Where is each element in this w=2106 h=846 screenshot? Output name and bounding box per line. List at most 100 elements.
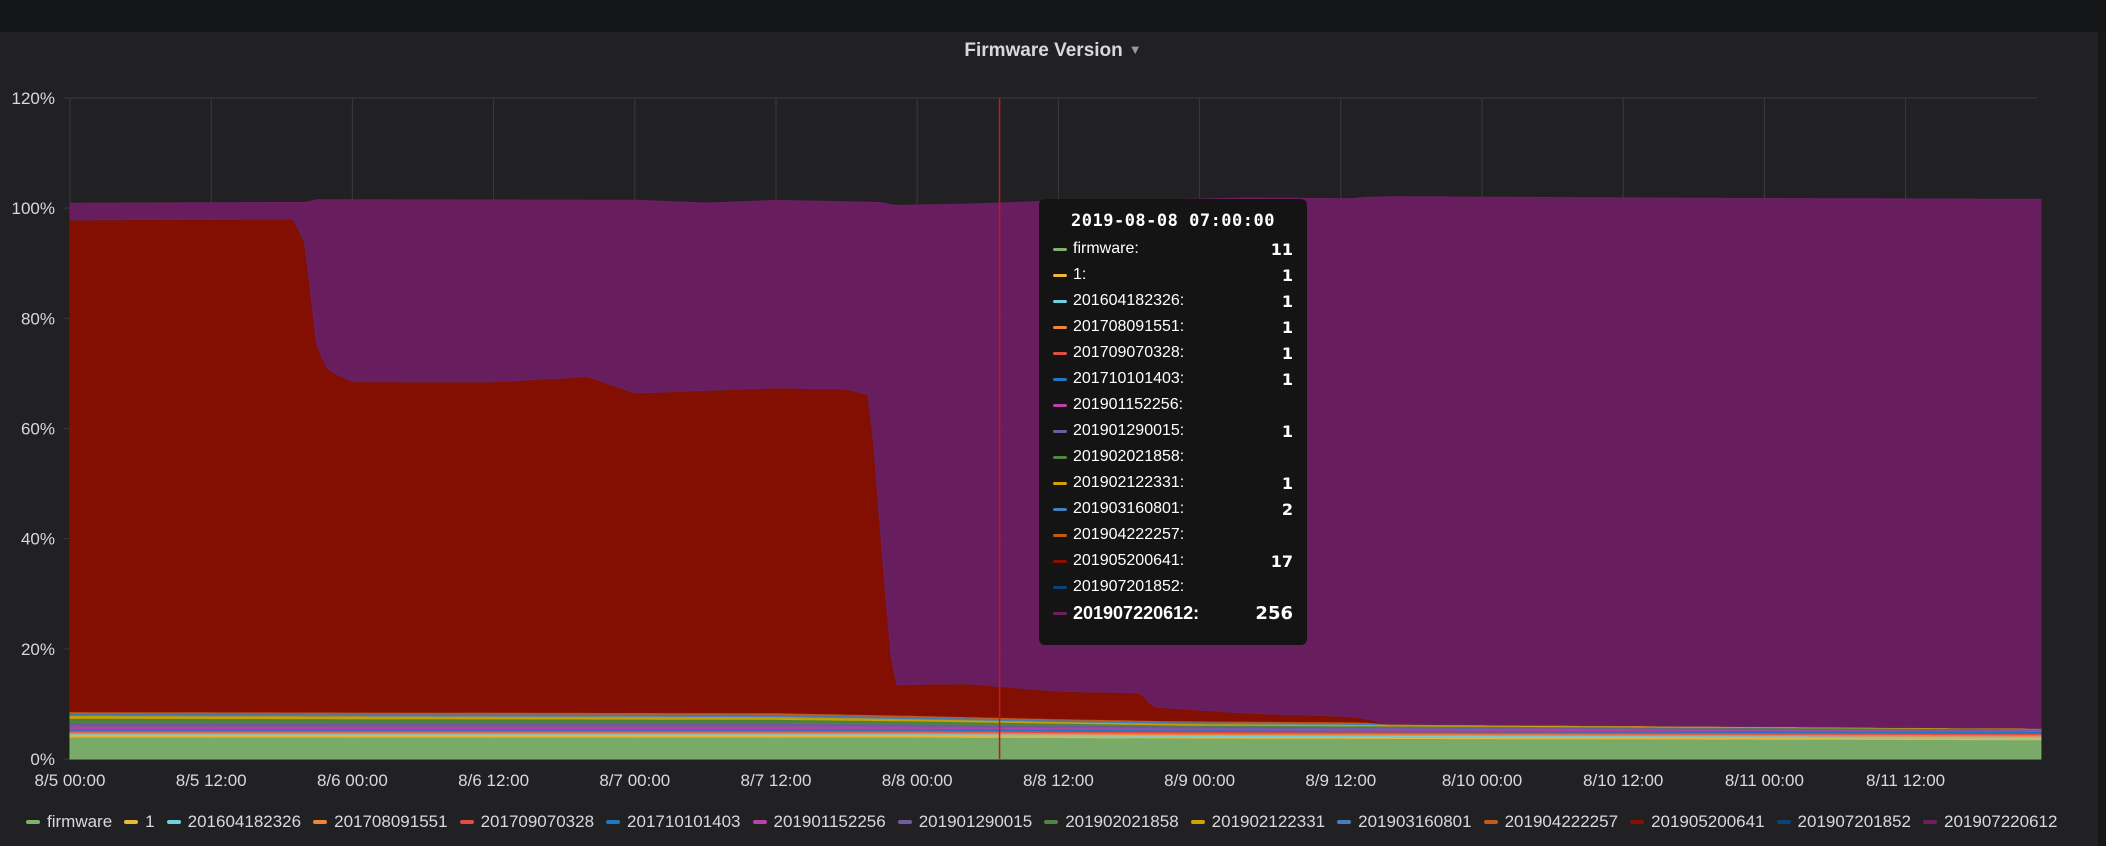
x-tick-label: 8/8 00:00 [882, 771, 953, 790]
tooltip-time: 2019-08-08 07:00:00 [1071, 211, 1275, 231]
tooltip-series-value: 1 [1281, 317, 1293, 337]
tooltip-series-value: 1 [1281, 473, 1293, 493]
series-swatch-icon [1053, 455, 1067, 459]
legend-item[interactable]: 201709070328 [459, 809, 594, 835]
tooltip-series-name: 201907220612: [1073, 602, 1200, 623]
tooltip-series-value: 1 [1281, 291, 1293, 311]
series-swatch-icon [1053, 429, 1067, 433]
legend-swatch-icon [897, 820, 912, 824]
legend-item[interactable]: 201902122331 [1190, 809, 1326, 835]
y-tick-label: 120% [12, 89, 55, 108]
tooltip-row: 201903160801: 2 [1053, 496, 1293, 522]
legend-label: 201907201852 [1797, 812, 1911, 831]
series-swatch-icon [1053, 325, 1067, 329]
legend-swatch-icon [1923, 820, 1937, 824]
tooltip-series-value: 1 [1281, 265, 1293, 285]
legend-item[interactable]: 201708091551 [313, 809, 448, 835]
tooltip-series-name: 201902122331: [1073, 474, 1185, 491]
tooltip-series-name: 201710101403: [1073, 370, 1185, 387]
tooltip-series-value: 256 [1255, 602, 1293, 624]
tooltip-series-value: 1 [1281, 369, 1293, 389]
legend-label: 201903160801 [1358, 812, 1472, 831]
x-tick-label: 8/10 12:00 [1583, 771, 1663, 790]
tooltip-series-name: 201708091551: [1073, 318, 1185, 335]
legend: firmware 1 201604182326 201708091551 2017090… [26, 806, 2086, 846]
x-tick-label: 8/7 12:00 [741, 771, 812, 790]
series-swatch-icon [1053, 273, 1067, 277]
series-swatch-icon [1053, 559, 1067, 563]
tooltip-series-name: 201904222257: [1073, 526, 1185, 543]
tooltip-row: 201901152256: [1053, 392, 1293, 418]
legend-item[interactable]: 1 [124, 809, 155, 835]
legend-swatch-icon [606, 820, 621, 824]
legend-item[interactable]: 201904222257 [1483, 809, 1618, 835]
legend-swatch-icon [313, 820, 328, 824]
series-swatch-icon [1053, 611, 1067, 615]
tooltip-row: 201902122331: 1 [1053, 470, 1293, 496]
legend-swatch-icon [1044, 820, 1059, 824]
legend-swatch-icon [124, 820, 139, 824]
legend-label: 201710101403 [627, 812, 741, 831]
x-tick-label: 8/6 00:00 [317, 771, 388, 790]
series-swatch-icon [1053, 481, 1067, 485]
series-swatch-icon [1053, 585, 1067, 589]
series-swatch-icon [1053, 403, 1067, 407]
legend-item[interactable]: 201901152256 [752, 809, 886, 835]
y-tick-label: 40% [21, 530, 55, 549]
legend-label: 201901290015 [918, 812, 1033, 831]
x-tick-label: 8/10 00:00 [1442, 771, 1522, 790]
x-tick-label: 8/7 00:00 [599, 771, 670, 790]
legend-label: 201905200641 [1651, 812, 1765, 831]
legend-item[interactable]: 201710101403 [606, 809, 741, 835]
tooltip-series-name: 201902021858: [1073, 448, 1185, 465]
tooltip-series-name: firmware: [1073, 240, 1139, 257]
x-tick-label: 8/11 00:00 [1725, 771, 1804, 790]
tooltip-series-value: 17 [1270, 551, 1293, 571]
legend-item[interactable]: 201905200641 [1630, 809, 1765, 835]
legend-label: 201604182326 [187, 812, 302, 831]
legend-swatch-icon [752, 820, 767, 824]
tooltip-row: 201901290015: 1 [1053, 418, 1293, 444]
legend-label: 201902122331 [1211, 812, 1326, 831]
tooltip-series-name: 201905200641: [1073, 552, 1185, 569]
legend-item[interactable]: 201902021858 [1044, 809, 1179, 835]
legend-item[interactable]: firmware [26, 809, 112, 835]
legend-item[interactable]: 201907220612 [1923, 809, 2057, 835]
hover-tooltip: 2019-08-08 07:00:00 firmware: 11 1: 1 201604… [1039, 199, 1307, 645]
x-tick-label: 8/6 12:00 [458, 771, 529, 790]
tooltip-row: firmware: 11 [1053, 236, 1293, 262]
x-tick-label: 8/5 00:00 [35, 771, 106, 790]
x-tick-label: 8/5 12:00 [176, 771, 247, 790]
legend-label: 201708091551 [334, 812, 448, 831]
y-tick-label: 80% [21, 309, 55, 328]
tooltip-series-value: 1 [1281, 343, 1293, 363]
legend-item[interactable]: 201907201852 [1776, 809, 1911, 835]
legend-item[interactable]: 201903160801 [1337, 809, 1472, 835]
legend-swatch-icon [1190, 820, 1205, 824]
legend-swatch-icon [1483, 820, 1498, 824]
tooltip-series-value: 2 [1281, 499, 1293, 519]
legend-swatch-icon [166, 820, 181, 824]
tooltip-row: 201708091551: 1 [1053, 314, 1293, 340]
series-swatch-icon [1053, 299, 1067, 303]
legend-swatch-icon [1337, 820, 1352, 824]
series-area-firmware[interactable] [69, 736, 2042, 760]
legend-label: 201907220612 [1944, 812, 2058, 831]
tooltip-rows: firmware: 11 1: 1 201604182326: 1 201708091551… [1053, 236, 1293, 626]
x-tick-label: 8/9 12:00 [1305, 771, 1376, 790]
tooltip-series-name: 201604182326: [1073, 292, 1185, 309]
tooltip-series-value: 11 [1270, 239, 1293, 259]
tooltip-series-name: 201901152256: [1073, 396, 1184, 413]
tooltip-series-value: 1 [1281, 421, 1293, 441]
y-tick-label: 20% [21, 640, 55, 659]
legend-item[interactable]: 201901290015 [897, 809, 1033, 835]
legend-item[interactable]: 201604182326 [166, 809, 302, 835]
legend-swatch-icon [1630, 820, 1645, 824]
tooltip-series-name: 201907201852: [1073, 578, 1185, 595]
tooltip-row: 1: 1 [1053, 262, 1293, 288]
x-tick-label: 8/11 12:00 [1866, 771, 1945, 790]
legend-label: 201902021858 [1065, 812, 1179, 831]
tooltip-series-name: 201901290015: [1073, 422, 1185, 439]
tooltip-row: 201604182326: 1 [1053, 288, 1293, 314]
tooltip-series-name: 201903160801: [1073, 500, 1185, 517]
